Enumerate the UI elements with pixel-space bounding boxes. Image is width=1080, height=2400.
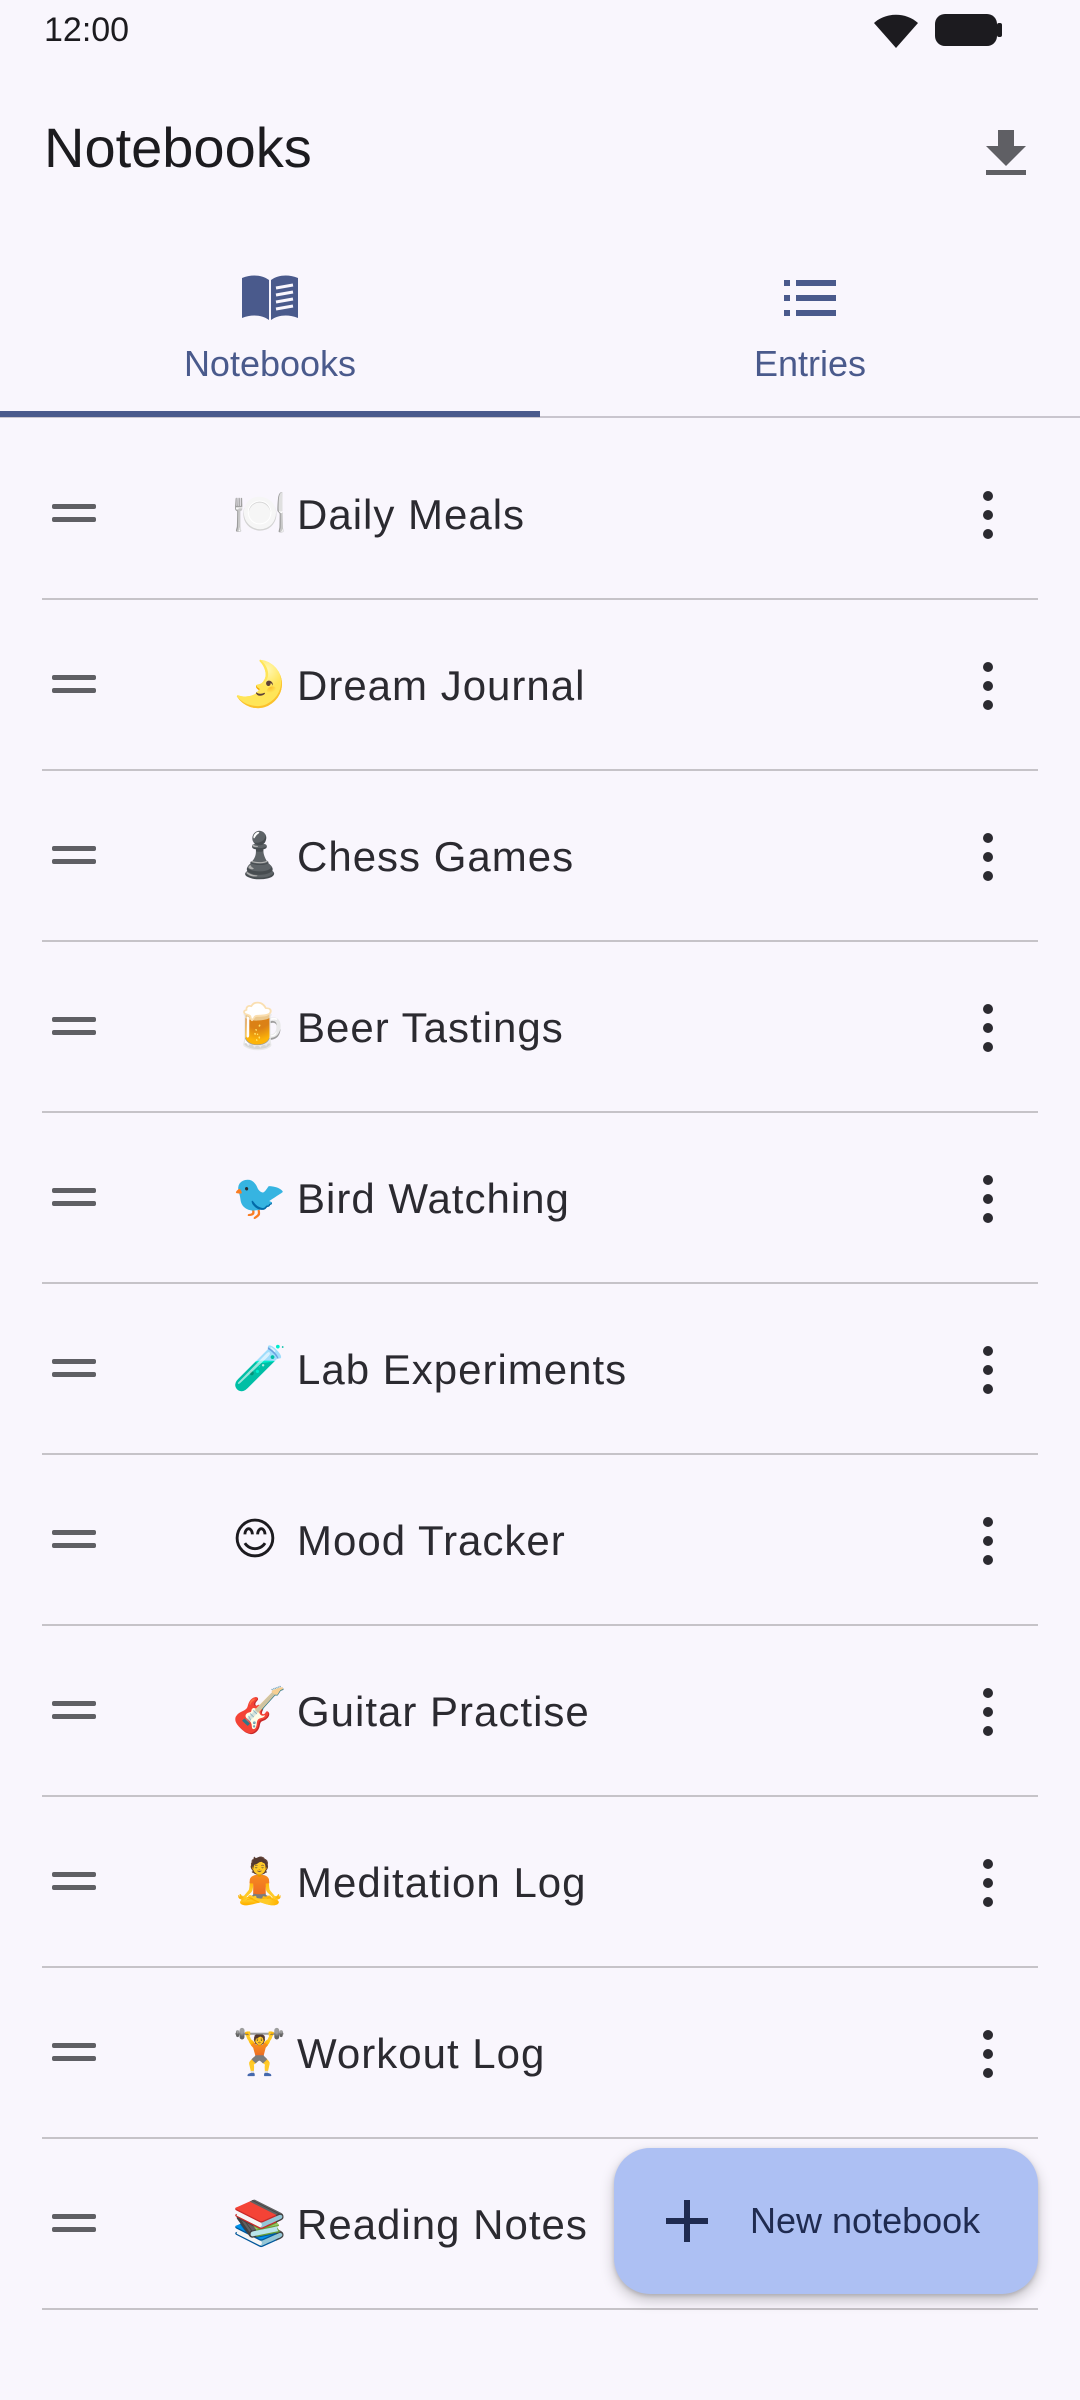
page-title: Notebooks <box>44 116 312 179</box>
notebook-emoji-icon: 📚 <box>232 2198 287 2249</box>
notebook-emoji-icon: 🧘 <box>232 1856 287 1907</box>
list-item[interactable]: 🏋️ Workout Log <box>42 1968 1038 2139</box>
notebook-name: Dream Journal <box>297 662 586 709</box>
drag-handle-icon[interactable] <box>52 1863 96 1899</box>
list-item[interactable]: 🌛 Dream Journal <box>42 600 1038 771</box>
notebook-name: Daily Meals <box>297 491 526 538</box>
tab-label-entries: Entries <box>753 343 867 384</box>
tab-notebooks[interactable]: Notebooks <box>0 236 540 417</box>
new-notebook-button[interactable]: New notebook <box>614 2148 1038 2294</box>
drag-handle-icon[interactable] <box>52 837 96 873</box>
notebook-emoji-icon: 🍽️ <box>232 488 287 539</box>
notebook-name: Chess Games <box>297 833 575 880</box>
notebooks-screen: 12:00 Notebooks Notebooks Entries 🍽️ Dai… <box>0 0 1080 2400</box>
more-options-button[interactable] <box>972 1511 1004 1571</box>
notebook-emoji-icon: 🏋️ <box>232 2027 287 2078</box>
notebook-emoji-icon: 🎸 <box>232 1685 287 1736</box>
download-icon <box>986 130 1026 175</box>
drag-handle-icon[interactable] <box>52 2205 96 2241</box>
list-icon <box>784 280 836 316</box>
list-item[interactable]: ♟️ Chess Games <box>42 771 1038 942</box>
notebook-name: Lab Experiments <box>297 1346 628 1393</box>
more-options-button[interactable] <box>972 1169 1004 1229</box>
notebook-emoji-icon: ♟️ <box>232 830 287 881</box>
notebook-emoji-icon: 🐦 <box>232 1172 287 1223</box>
list-item[interactable]: 🍽️ Daily Meals <box>42 429 1038 600</box>
tab-label-notebooks: Notebooks <box>183 343 357 384</box>
drag-handle-icon[interactable] <box>52 666 96 702</box>
notebook-name: Meditation Log <box>297 1859 587 1906</box>
drag-handle-icon[interactable] <box>52 1008 96 1044</box>
wifi-icon <box>874 14 918 48</box>
app-bar: Notebooks <box>0 60 1080 236</box>
tab-bar: Notebooks Entries <box>0 236 1080 418</box>
more-options-button[interactable] <box>972 1853 1004 1913</box>
notebook-name: Workout Log <box>297 2030 546 2077</box>
more-options-button[interactable] <box>972 2024 1004 2084</box>
list-item[interactable]: 🍺 Beer Tastings <box>42 942 1038 1113</box>
more-options-button[interactable] <box>972 1340 1004 1400</box>
notebook-name: Beer Tastings <box>297 1004 564 1051</box>
more-options-button[interactable] <box>972 827 1004 887</box>
more-options-button[interactable] <box>972 1682 1004 1742</box>
tab-indicator <box>0 411 540 417</box>
list-item[interactable]: 🧘 Meditation Log <box>42 1797 1038 1968</box>
download-button[interactable] <box>966 112 1046 192</box>
notebook-icon <box>242 275 298 320</box>
notebook-name: Mood Tracker <box>297 1517 566 1564</box>
drag-handle-icon[interactable] <box>52 1692 96 1728</box>
more-options-button[interactable] <box>972 656 1004 716</box>
notebook-emoji-icon: 🍺 <box>232 1001 287 1052</box>
notebook-list: 🍽️ Daily Meals 🌛 Dream Journal ♟️ Chess … <box>42 429 1038 2310</box>
drag-handle-icon[interactable] <box>52 2034 96 2070</box>
notebook-name: Bird Watching <box>297 1175 570 1222</box>
drag-handle-icon[interactable] <box>52 1350 96 1386</box>
list-item[interactable]: 🐦 Bird Watching <box>42 1113 1038 1284</box>
plus-icon <box>666 2200 708 2242</box>
drag-handle-icon[interactable] <box>52 1521 96 1557</box>
notebook-emoji-icon: 🧪 <box>232 1343 287 1394</box>
notebook-emoji-icon: 😊 <box>232 1514 278 1565</box>
status-bar: 12:00 <box>0 0 1080 60</box>
more-options-button[interactable] <box>972 998 1004 1058</box>
status-time: 12:00 <box>44 11 130 49</box>
more-options-button[interactable] <box>972 485 1004 545</box>
tab-entries[interactable]: Entries <box>540 236 1080 416</box>
list-item[interactable]: 🎸 Guitar Practise <box>42 1626 1038 1797</box>
list-item[interactable]: 🧪 Lab Experiments <box>42 1284 1038 1455</box>
battery-icon <box>935 14 1002 46</box>
new-notebook-label: New notebook <box>750 2200 981 2241</box>
drag-handle-icon[interactable] <box>52 495 96 531</box>
notebook-emoji-icon: 🌛 <box>232 659 287 710</box>
notebook-name: Guitar Practise <box>297 1688 590 1735</box>
list-item[interactable]: 😊 Mood Tracker <box>42 1455 1038 1626</box>
notebook-name: Reading Notes <box>297 2201 588 2248</box>
drag-handle-icon[interactable] <box>52 1179 96 1215</box>
